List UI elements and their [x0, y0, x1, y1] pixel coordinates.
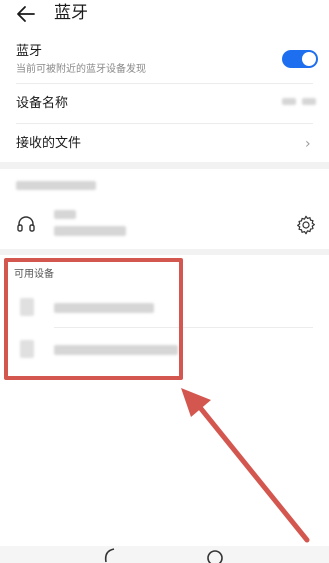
back-arrow-icon[interactable] — [14, 4, 38, 24]
nav-back-icon[interactable] — [100, 548, 118, 563]
header: 蓝牙 — [0, 0, 329, 30]
highlight-box-annotation — [4, 258, 183, 380]
device-name-value-blurred — [282, 96, 318, 108]
device-name-label[interactable]: 设备名称 — [16, 96, 68, 112]
bluetooth-subtitle: 当前可被附近的蓝牙设备发现 — [16, 64, 146, 75]
chevron-right-icon: › — [305, 136, 311, 152]
nav-home-icon[interactable] — [206, 548, 224, 563]
received-files-label[interactable]: 接收的文件 — [16, 136, 81, 152]
divider — [16, 123, 313, 124]
system-navigation-bar — [0, 546, 329, 563]
bluetooth-toggle[interactable] — [282, 50, 318, 68]
headset-icon — [17, 216, 35, 232]
toggle-knob — [302, 52, 316, 66]
divider — [16, 83, 313, 84]
gear-icon[interactable] — [295, 214, 317, 236]
bluetooth-label: 蓝牙 — [16, 44, 43, 59]
section-gap — [0, 249, 329, 255]
section-gap — [0, 162, 329, 169]
page-title: 蓝牙 — [54, 3, 88, 23]
